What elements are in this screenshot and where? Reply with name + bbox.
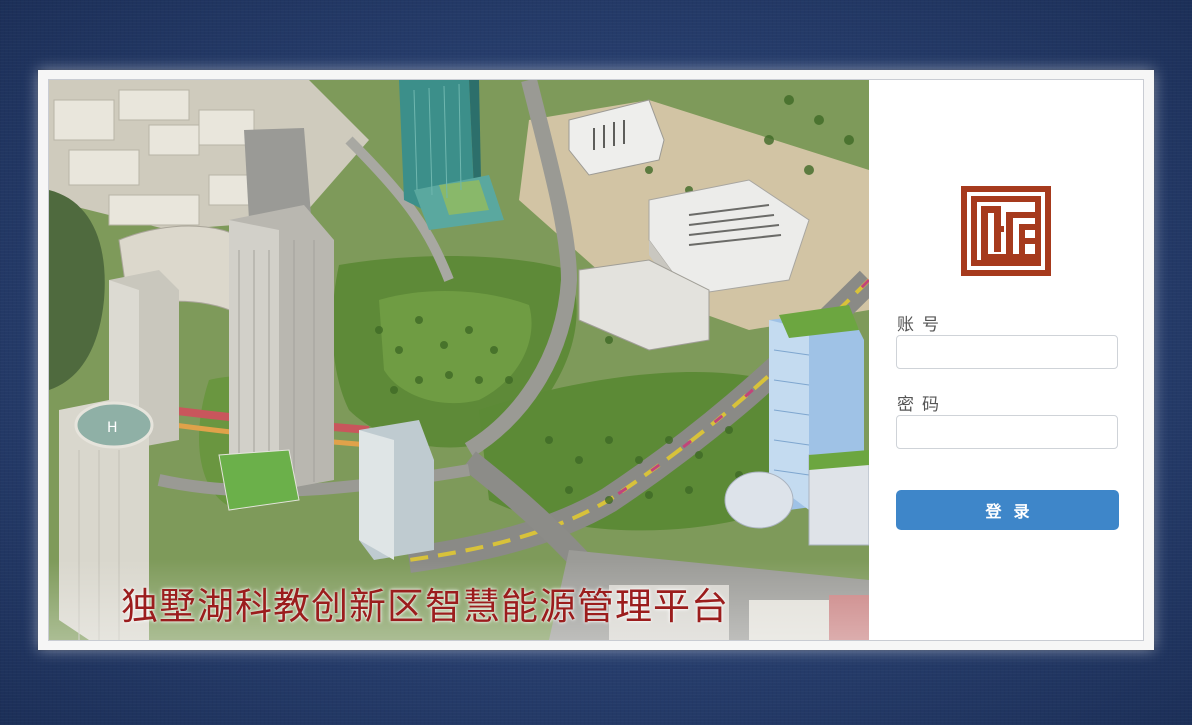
password-input[interactable] <box>896 415 1118 449</box>
password-label: 密码 <box>897 395 947 415</box>
login-button[interactable]: 登录 <box>896 490 1119 530</box>
login-window: H 独墅湖科教创新区智慧能源管理平台 账号 密码 登录 <box>38 70 1154 650</box>
account-label: 账号 <box>897 315 947 335</box>
platform-title: 独墅湖科教创新区智慧能源管理平台 <box>121 585 729 628</box>
aerial-campus-illustration: H 独墅湖科教创新区智慧能源管理平台 <box>49 80 869 640</box>
login-card: H 独墅湖科教创新区智慧能源管理平台 账号 密码 登录 <box>48 79 1144 641</box>
seal-logo-icon <box>961 186 1051 276</box>
login-panel: 账号 密码 登录 <box>869 80 1143 640</box>
account-input[interactable] <box>896 335 1118 369</box>
svg-text:H: H <box>107 420 118 436</box>
